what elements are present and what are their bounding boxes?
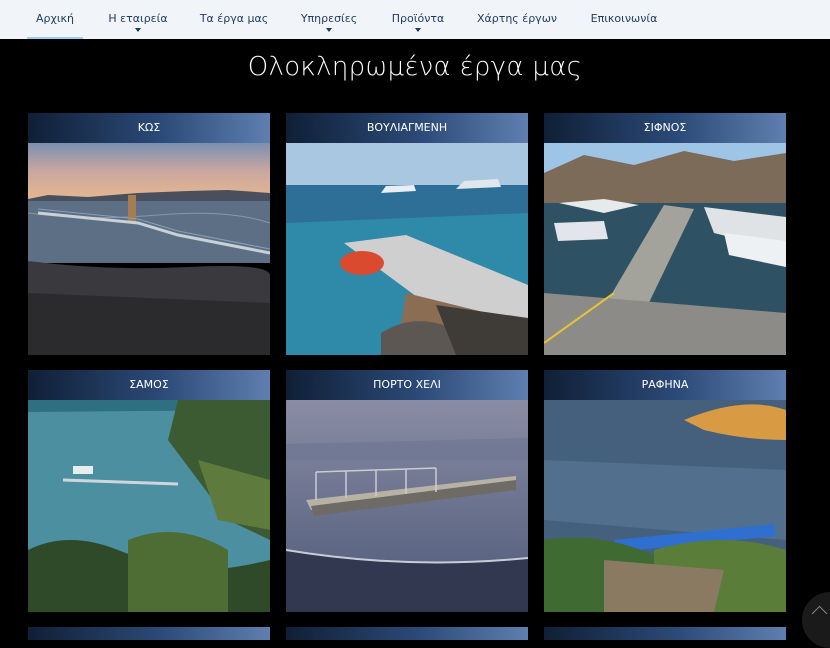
project-card-title: ΣΙΦΝΟΣ — [544, 113, 786, 143]
project-card-title: ΡΑΦΗΝΑ — [544, 370, 786, 400]
chevron-down-icon — [135, 28, 141, 32]
nav-item-services[interactable]: Υπηρεσίες — [296, 0, 362, 39]
nav-item-label: Προϊόντα — [391, 12, 445, 25]
project-photo — [28, 400, 270, 612]
nav-item-label: Τα έργα μας — [199, 12, 269, 25]
project-photo — [28, 143, 270, 355]
project-card-samos[interactable]: ΣΑΜΟΣ — [28, 370, 270, 612]
project-card-title: ΚΩΣ — [28, 113, 270, 143]
project-card-partial[interactable] — [286, 627, 528, 640]
nav-item-home[interactable]: Αρχική — [27, 0, 83, 39]
nav-item-company[interactable]: Η εταιρεία — [104, 0, 172, 39]
project-card-rafina[interactable]: ΡΑΦΗΝΑ — [544, 370, 786, 612]
project-photo — [286, 143, 528, 355]
project-card-kos[interactable]: ΚΩΣ — [28, 113, 270, 355]
top-navigation: Αρχική Η εταιρεία Τα έργα μας Υπηρεσίες … — [0, 0, 830, 39]
project-card-porto-heli[interactable]: ΠΟΡΤΟ ΧΕΛΙ — [286, 370, 528, 612]
chevron-down-icon — [326, 28, 332, 32]
arrow-up-icon — [811, 605, 828, 622]
nav-item-projects[interactable]: Τα έργα μας — [196, 0, 272, 39]
project-card-title: ΒΟΥΛΙΑΓΜΕΝΗ — [286, 113, 528, 143]
nav-item-label: Υπηρεσίες — [300, 12, 358, 25]
project-card-partial[interactable] — [544, 627, 786, 640]
nav-item-label: Επικοινωνία — [590, 12, 658, 25]
nav-item-products[interactable]: Προϊόντα — [385, 0, 451, 39]
nav-item-contact[interactable]: Επικοινωνία — [584, 0, 664, 39]
project-card-title: ΣΑΜΟΣ — [28, 370, 270, 400]
project-photo — [286, 400, 528, 612]
project-card-sifnos[interactable]: ΣΙΦΝΟΣ — [544, 113, 786, 355]
nav-item-label: Η εταιρεία — [108, 12, 168, 25]
project-card-vouliagmeni[interactable]: ΒΟΥΛΙΑΓΜΕΝΗ — [286, 113, 528, 355]
chevron-down-icon — [415, 28, 421, 32]
nav-item-label: Αρχική — [35, 12, 75, 25]
project-card-title: ΠΟΡΤΟ ΧΕΛΙ — [286, 370, 528, 400]
project-photo — [544, 400, 786, 612]
nav-item-label: Χάρτης έργων — [476, 12, 558, 25]
nav-item-project-map[interactable]: Χάρτης έργων — [474, 0, 560, 39]
page-title: Ολοκληρωμένα έργα μας — [247, 52, 583, 82]
project-photo — [544, 143, 786, 355]
project-card-partial[interactable] — [28, 627, 270, 640]
